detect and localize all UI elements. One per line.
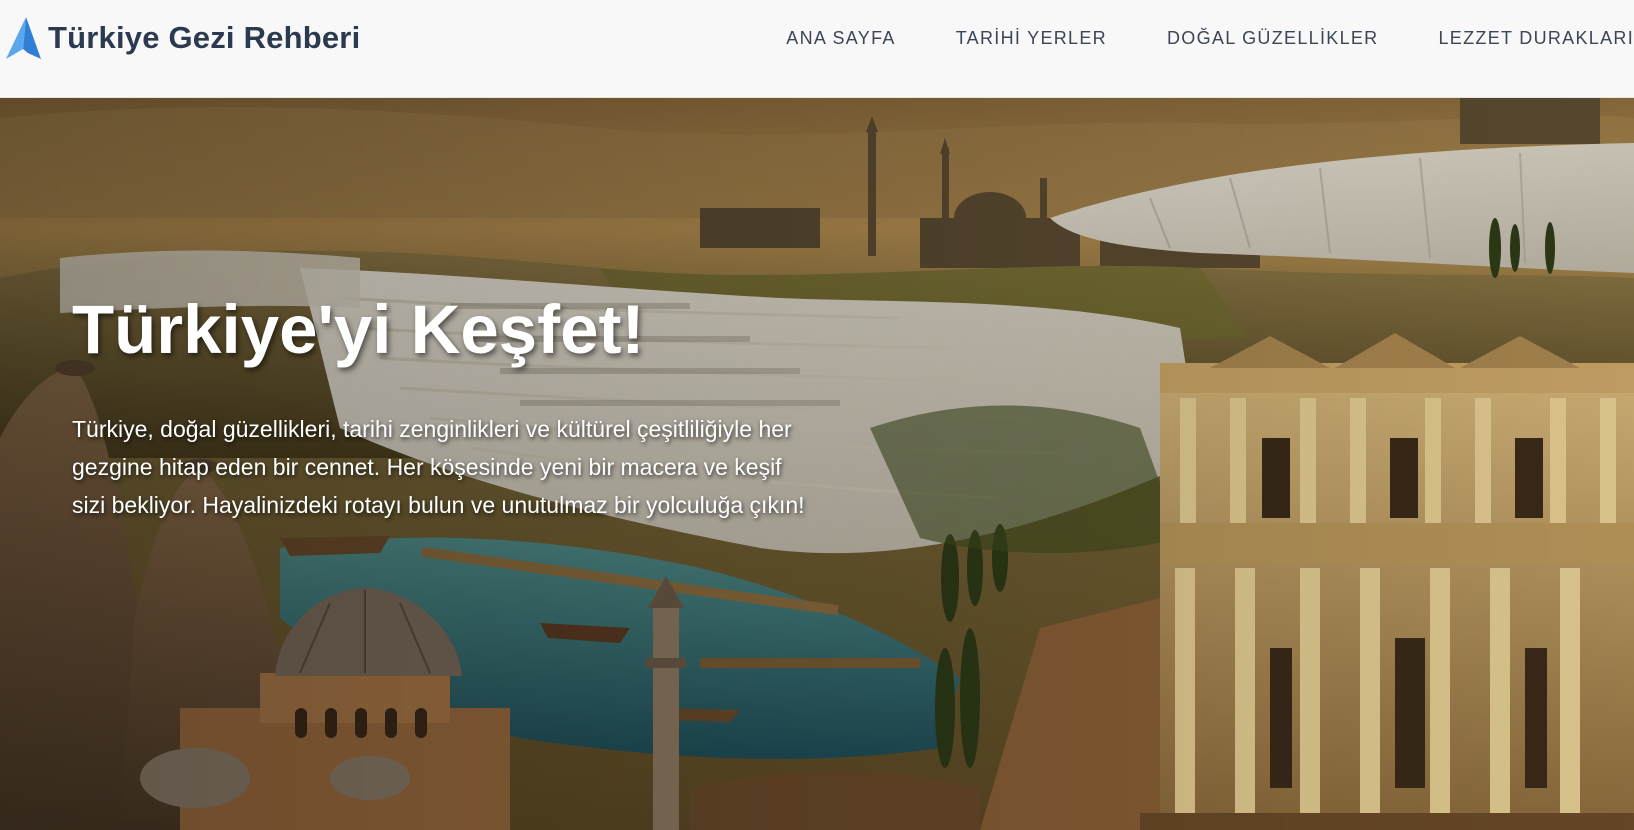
hero-section: Türkiye'yi Keşfet! Türkiye, doğal güzell…: [0, 98, 1634, 830]
main-nav: ANA SAYFA TARİHİ YERLER DOĞAL GÜZELLİKLE…: [786, 0, 1634, 76]
brand-name: Türkiye Gezi Rehberi: [48, 20, 361, 55]
nav-link-lezzet-duraklari[interactable]: LEZZET DURAKLARI: [1438, 28, 1634, 49]
paper-plane-logo-icon: [6, 17, 41, 59]
hero-content: Türkiye'yi Keşfet! Türkiye, doğal güzell…: [72, 290, 812, 524]
brand-link[interactable]: Türkiye Gezi Rehberi: [4, 10, 360, 66]
nav-link-dogal-guzellikler[interactable]: DOĞAL GÜZELLİKLER: [1167, 28, 1379, 49]
nav-link-tarihi-yerler[interactable]: TARİHİ YERLER: [956, 28, 1107, 49]
hero-title: Türkiye'yi Keşfet!: [72, 291, 645, 368]
site-header: Türkiye Gezi Rehberi ANA SAYFA TARİHİ YE…: [0, 0, 1634, 98]
nav-link-ana-sayfa[interactable]: ANA SAYFA: [786, 28, 895, 49]
hero-description: Türkiye, doğal güzellikleri, tarihi zeng…: [72, 416, 805, 518]
